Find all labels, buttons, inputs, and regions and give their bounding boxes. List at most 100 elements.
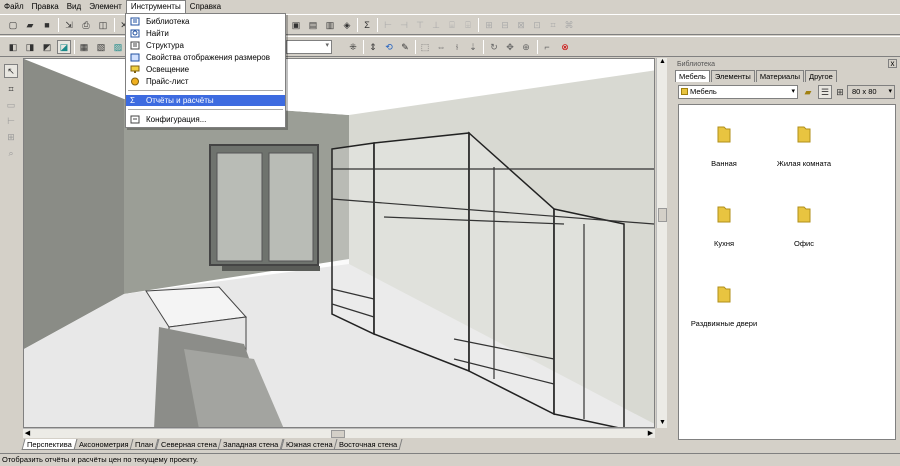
tab-perspective[interactable]: Перспектива xyxy=(21,439,78,450)
library-close-button[interactable]: x xyxy=(888,59,897,68)
view-mode-3-icon[interactable]: ◩ xyxy=(40,40,54,54)
align-4-icon[interactable]: ⊥ xyxy=(429,18,443,32)
menu-item-dimension-properties[interactable]: Свойства отображения размеров xyxy=(126,52,285,63)
horizontal-scroll-thumb[interactable] xyxy=(331,430,345,438)
zoom-tool-icon[interactable]: ⌕ xyxy=(4,146,18,160)
view-mode-7-icon[interactable]: ▨ xyxy=(111,40,125,54)
tool-d-icon[interactable]: ◈ xyxy=(340,18,354,32)
sum-icon[interactable]: Σ xyxy=(360,18,374,32)
menu-item-find[interactable]: Найти xyxy=(126,28,285,39)
tab-east-wall[interactable]: Восточная стена xyxy=(333,439,404,450)
align-3-icon[interactable]: ⊤ xyxy=(413,18,427,32)
wall-tool-icon[interactable]: ⌗ xyxy=(4,82,18,96)
scroll-up-icon[interactable]: ▲ xyxy=(658,58,667,67)
pick-icon[interactable]: ✎ xyxy=(398,40,412,54)
align-6-icon[interactable]: ⌹ xyxy=(461,18,475,32)
menu-view[interactable]: Вид xyxy=(63,0,85,13)
grid-view-icon[interactable]: ⊞ xyxy=(833,85,847,99)
frame-icon[interactable]: ⬚ xyxy=(418,40,432,54)
tab-west-wall[interactable]: Западная стена xyxy=(217,439,285,450)
select-arrow-icon[interactable]: ↖ xyxy=(4,64,18,78)
snap-icon[interactable]: ⁜ xyxy=(346,40,360,54)
door-tool-icon[interactable]: ⊢ xyxy=(4,114,18,128)
view-mode-4-icon[interactable]: ◪ xyxy=(57,40,71,54)
view-mode-1-icon[interactable]: ◧ xyxy=(6,40,20,54)
folder-up-icon[interactable]: ▰ xyxy=(801,85,815,99)
distribute-3-icon[interactable]: ⊠ xyxy=(514,18,528,32)
menu-element[interactable]: Элемент xyxy=(85,0,126,13)
distribute-5-icon[interactable]: ⌗ xyxy=(546,18,560,32)
view-combo[interactable]: ▾ xyxy=(286,40,332,54)
menu-edit[interactable]: Правка xyxy=(28,0,63,13)
library-folder-living-room[interactable]: Жилая комната xyxy=(759,125,849,168)
tab-north-wall[interactable]: Северная стена xyxy=(155,439,222,450)
library-tab-materials[interactable]: Материалы xyxy=(755,70,804,82)
align-1-icon[interactable]: ⊢ xyxy=(381,18,395,32)
library-path-select[interactable]: Мебель ▾ xyxy=(678,85,798,99)
zoom-icon[interactable]: ⊕ xyxy=(519,40,533,54)
export-icon[interactable]: ⇲ xyxy=(62,18,76,32)
tool-a-icon[interactable]: ▣ xyxy=(289,18,303,32)
rotate-icon[interactable]: ⟲ xyxy=(382,40,396,54)
icon-size-select[interactable]: 80 x 80 ▾ xyxy=(847,85,895,99)
distribute-1-icon[interactable]: ⊞ xyxy=(482,18,496,32)
list-view-icon[interactable]: ☰ xyxy=(818,85,832,99)
menu-item-configuration[interactable]: Конфигурация... xyxy=(126,114,285,125)
tool-b-icon[interactable]: ▤ xyxy=(306,18,320,32)
library-tab-furniture[interactable]: Мебель xyxy=(675,70,710,82)
folder-icon xyxy=(681,88,688,95)
horizontal-scrollbar[interactable]: ◀ ▶ xyxy=(23,428,655,438)
room-tool-icon[interactable]: ▭ xyxy=(4,98,18,112)
distribute-6-icon[interactable]: ⌘ xyxy=(562,18,576,32)
split-icon[interactable]: ⫮ xyxy=(450,40,464,54)
view-mode-6-icon[interactable]: ▧ xyxy=(94,40,108,54)
menu-item-reports[interactable]: Σ Отчёты и расчёты xyxy=(126,95,285,106)
view-tabs: Перспектива Аксонометрия План Северная с… xyxy=(21,439,663,451)
menu-file[interactable]: Файл xyxy=(0,0,28,13)
align-2-icon[interactable]: ⊣ xyxy=(397,18,411,32)
print-preview-icon[interactable]: ◫ xyxy=(96,18,110,32)
menu-item-lighting[interactable]: Освещение xyxy=(126,64,285,75)
distribute-2-icon[interactable]: ⊟ xyxy=(498,18,512,32)
arrow-down-icon[interactable]: ⇣ xyxy=(466,40,480,54)
measure-icon[interactable]: ⌐ xyxy=(540,40,554,54)
perspective-viewport[interactable] xyxy=(23,58,655,428)
scroll-right-icon[interactable]: ▶ xyxy=(646,429,655,438)
view-mode-2-icon[interactable]: ◨ xyxy=(23,40,37,54)
tab-south-wall[interactable]: Южная стена xyxy=(280,439,338,450)
library-folder-bathroom[interactable]: Ванная xyxy=(679,125,769,168)
mirror-icon[interactable]: ⇔ xyxy=(434,40,448,54)
library-tab-elements[interactable]: Элементы xyxy=(710,70,755,82)
status-bar: Отобразить отчёты и расчёты цен по текущ… xyxy=(0,453,900,466)
pan-icon[interactable]: ✥ xyxy=(503,40,517,54)
scroll-left-icon[interactable]: ◀ xyxy=(23,429,32,438)
tab-axonometry[interactable]: Аксонометрия xyxy=(73,439,134,450)
distribute-4-icon[interactable]: ⊡ xyxy=(530,18,544,32)
menu-item-structure[interactable]: Структура xyxy=(126,40,285,51)
scroll-down-icon[interactable]: ▼ xyxy=(658,419,667,428)
library-folder-sliding-doors[interactable]: Раздвижные двери xyxy=(679,285,769,328)
menu-item-price-list[interactable]: Прайс-лист xyxy=(126,76,285,87)
print-icon[interactable]: ⎙ xyxy=(79,18,93,32)
tab-plan[interactable]: План xyxy=(129,439,159,450)
menu-item-library[interactable]: Библиотека xyxy=(126,16,285,27)
library-folder-kitchen[interactable]: Кухня xyxy=(679,205,769,248)
tool-c-icon[interactable]: ▥ xyxy=(323,18,337,32)
library-tab-other[interactable]: Другое xyxy=(805,70,837,82)
menu-tools[interactable]: Инструменты xyxy=(125,0,186,13)
menu-help[interactable]: Справка xyxy=(186,0,225,13)
open-file-icon[interactable]: ▰ xyxy=(23,18,37,32)
orbit-icon[interactable]: ↻ xyxy=(487,40,501,54)
target-icon[interactable]: ⊗ xyxy=(558,40,572,54)
vertical-scroll-thumb[interactable] xyxy=(658,208,667,222)
view-mode-5-icon[interactable]: ▦ xyxy=(77,40,91,54)
library-folder-office[interactable]: Офис xyxy=(759,205,849,248)
window-tool-icon[interactable]: ⊞ xyxy=(4,130,18,144)
save-icon[interactable]: ■ xyxy=(40,18,54,32)
new-file-icon[interactable]: ▢ xyxy=(6,18,20,32)
library-panel: Библиотека x Мебель Элементы Материалы Д… xyxy=(673,58,899,452)
align-5-icon[interactable]: ⌸ xyxy=(445,18,459,32)
vertical-scrollbar[interactable]: ▲ ▼ xyxy=(656,58,667,428)
reports-icon: Σ xyxy=(130,96,135,105)
move-icon[interactable]: ⇕ xyxy=(366,40,380,54)
